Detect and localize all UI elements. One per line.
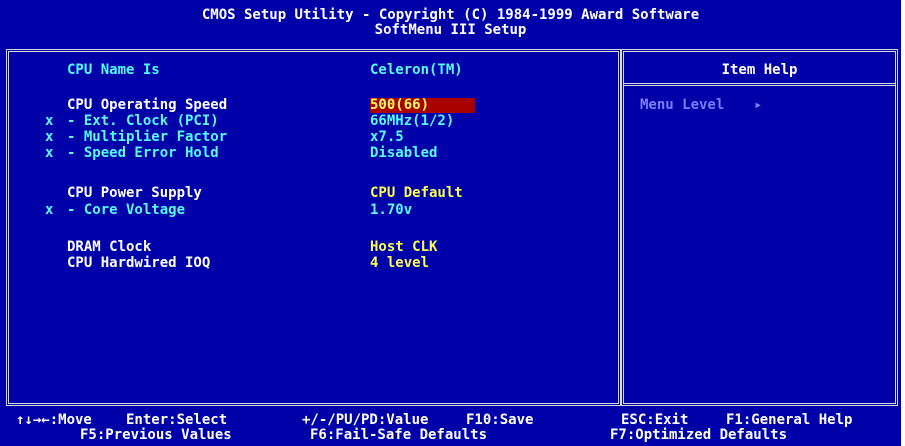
cpu-operating-speed-value[interactable]: 500(66) xyxy=(370,98,476,113)
footer-optimized-defaults-hint: F7:Optimized Defaults xyxy=(610,427,788,443)
multiplier-factor-label: - Multiplier Factor xyxy=(67,129,228,145)
multiplier-factor-value: x7.5 xyxy=(370,129,404,145)
footer-help-hint: F1:General Help xyxy=(726,412,853,428)
footer-failsafe-defaults-hint: F6:Fail-Safe Defaults xyxy=(310,427,488,443)
disabled-marker: x xyxy=(45,145,54,161)
cpu-hardwired-ioq-value[interactable]: 4 level xyxy=(370,256,429,271)
footer-value-hint: +/-/PU/PD:Value xyxy=(302,412,429,428)
cpu-name-label: CPU Name Is xyxy=(67,62,160,78)
bios-screen: CMOS Setup Utility - Copyright (C) 1984-… xyxy=(0,0,901,446)
dram-clock-value[interactable]: Host CLK xyxy=(370,240,437,255)
menu-level-label: Menu Level xyxy=(640,97,725,113)
cpu-name-value: Celeron(TM) xyxy=(370,62,463,78)
cpu-power-supply-value[interactable]: CPU Default xyxy=(370,186,463,201)
speed-error-hold-label: - Speed Error Hold xyxy=(67,145,219,161)
dram-clock-label[interactable]: DRAM Clock xyxy=(67,240,151,255)
header-title: CMOS Setup Utility - Copyright (C) 1984-… xyxy=(201,7,700,23)
disabled-marker: x xyxy=(45,129,54,145)
cpu-power-supply-label[interactable]: CPU Power Supply xyxy=(67,186,202,201)
ext-clock-label: - Ext. Clock (PCI) xyxy=(67,113,219,129)
footer-exit-hint: ESC:Exit xyxy=(621,412,689,428)
cpu-hardwired-ioq-label[interactable]: CPU Hardwired IOQ xyxy=(67,256,210,271)
disabled-marker: x xyxy=(45,202,54,218)
footer-save-hint: F10:Save xyxy=(466,412,534,428)
item-help-title: Item Help xyxy=(721,62,798,78)
header-subtitle: SoftMenu III Setup xyxy=(374,22,527,38)
footer-select-hint: Enter:Select xyxy=(126,412,228,428)
speed-error-hold-value: Disabled xyxy=(370,145,438,161)
ext-clock-value: 66MHz(1/2) xyxy=(370,113,455,129)
disabled-marker: x xyxy=(45,113,54,129)
footer-move-hint: ↑↓→←:Move xyxy=(16,412,92,428)
menu-level-arrow-icon: ▸ xyxy=(754,97,763,113)
core-voltage-label: - Core Voltage xyxy=(67,202,186,218)
footer-previous-values-hint: F5:Previous Values xyxy=(80,427,232,443)
cpu-operating-speed-label[interactable]: CPU Operating Speed xyxy=(67,98,227,113)
core-voltage-value: 1.70v xyxy=(370,202,413,218)
help-divider xyxy=(624,83,895,86)
